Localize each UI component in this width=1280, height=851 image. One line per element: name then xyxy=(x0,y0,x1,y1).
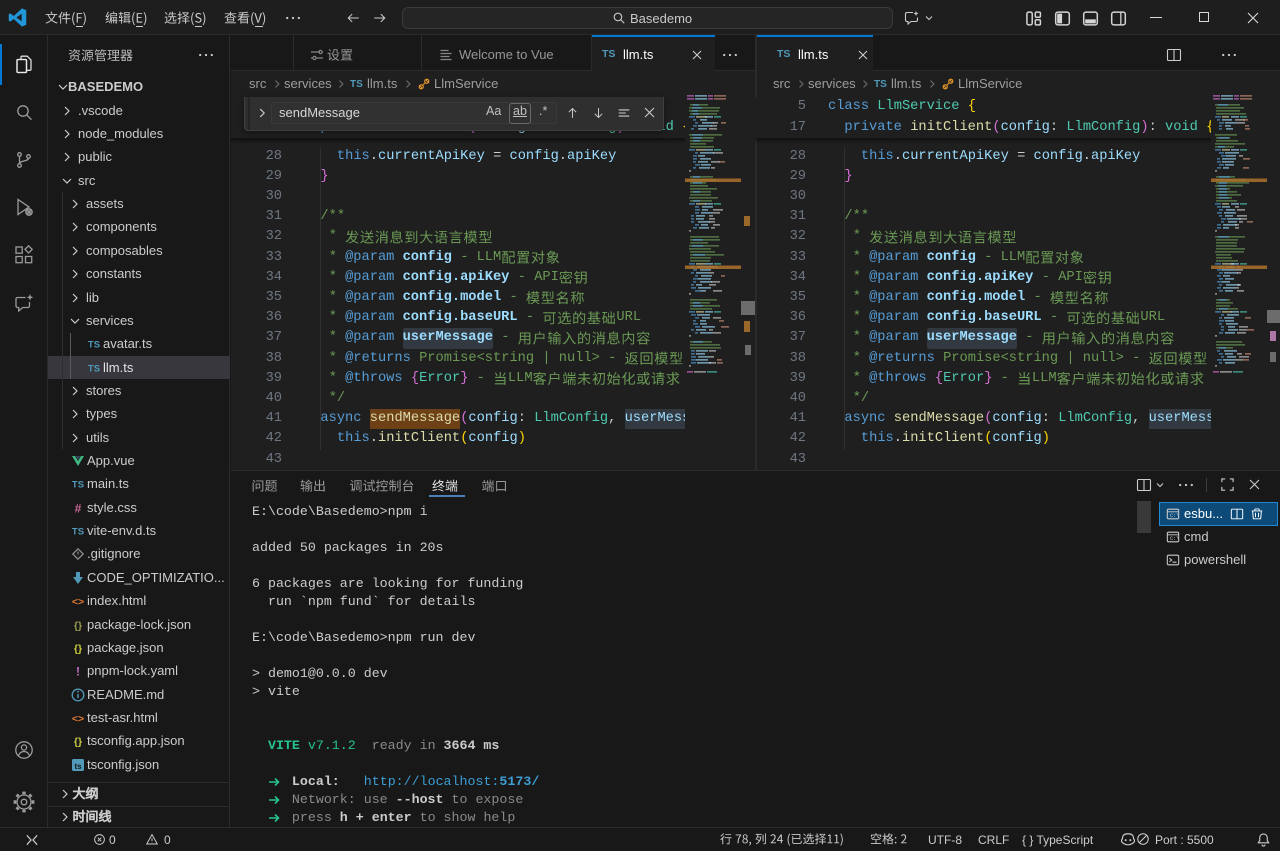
svg-text:C:\: C:\ xyxy=(1170,513,1179,519)
svg-text:C:\: C:\ xyxy=(1170,536,1179,542)
